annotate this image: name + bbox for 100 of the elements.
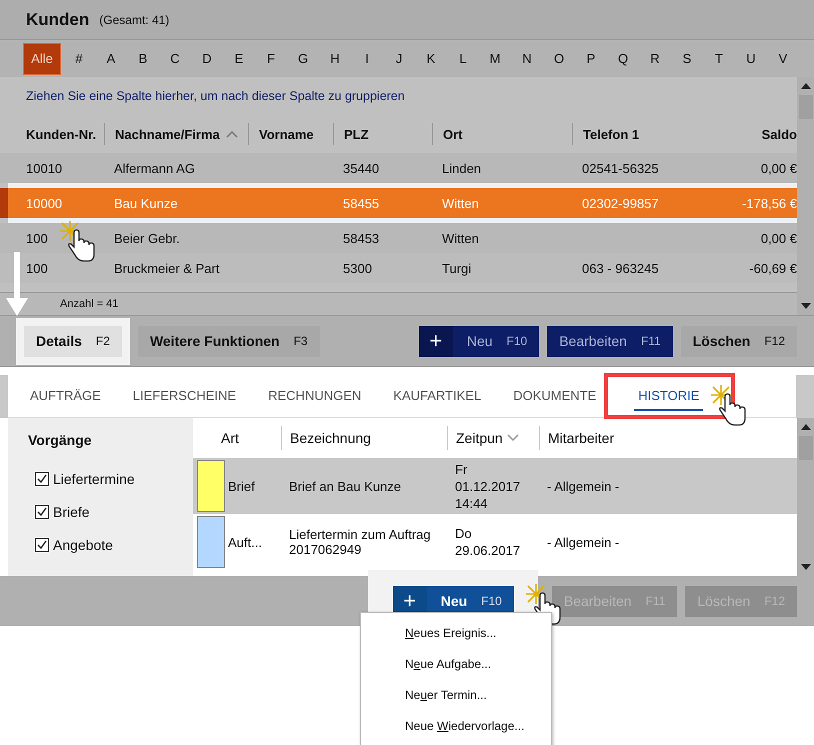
table-cell: 02541-56325 (582, 160, 659, 176)
table-cell-text: Do (455, 525, 473, 542)
column-header[interactable]: Kunden-Nr. (26, 126, 96, 142)
table-cell: Auft... (228, 534, 262, 550)
scrollbar[interactable] (797, 77, 814, 315)
table-cell: 02302-99857 (582, 196, 659, 210)
table-cell: Brief an Bau Kunze (289, 478, 402, 494)
table-cell: 10000 (26, 196, 62, 210)
table-cell: 10010 (26, 160, 62, 176)
letter-filter[interactable]: U (735, 42, 767, 74)
tab[interactable]: KAUFARTIKEL (389, 382, 486, 410)
table-cell: 100 (26, 230, 48, 246)
column-header[interactable]: Telefon 1 (583, 126, 640, 142)
letter-filter[interactable]: N (511, 42, 543, 74)
checkbox-label: Liefertermine (53, 470, 135, 486)
scroll-up-icon (800, 83, 810, 89)
letter-filter[interactable]: R (639, 42, 671, 74)
table-row[interactable]: Brief Brief an Bau Kunze Fr 01.12.2017 14:44 - Allgemein - (193, 458, 797, 514)
checkbox[interactable] (35, 538, 49, 552)
column-header[interactable]: Nachname/Firma (115, 126, 220, 142)
table-row[interactable]: Auft... Liefertermin zum Auftrag 2017062949 Do 29.06.2017 - Allgemein - (193, 514, 797, 570)
column-header[interactable]: Art (221, 430, 239, 446)
action-button[interactable]: Details F2 (24, 326, 122, 356)
table-row[interactable]: 100 Beier Gebr. 58453 Witten 0,00 € (0, 223, 797, 253)
tab[interactable]: RECHNUNGEN (264, 382, 366, 410)
down-arrow-icon (6, 252, 28, 316)
table-cell: Liefertermin zum Auftrag 2017062949 (289, 527, 431, 557)
letter-filter[interactable]: K (415, 42, 447, 74)
letter-filter[interactable]: Alle (23, 42, 61, 74)
table-cell: 5300 (343, 260, 372, 276)
table-cell: - Allgemein - (547, 478, 620, 494)
tab[interactable]: LIEFERSCHEINE (128, 382, 240, 410)
table-cell: Beier Gebr. (114, 230, 180, 246)
table-cell-text: Fr (455, 460, 468, 478)
table-cell-text: 01.12.2017 (455, 478, 522, 494)
menu-item[interactable]: Neues Ereignis... (405, 626, 496, 640)
action-button[interactable]: Löschen F12 (680, 326, 797, 356)
page-title: Kunden (26, 10, 90, 30)
sidebar-title: Vorgänge (28, 432, 93, 448)
table-row[interactable]: 100 Bruckmeier & Part 5300 Turgi 063 - 963245 -60,69 € (0, 253, 797, 283)
letter-filter[interactable]: T (703, 42, 735, 74)
column-header[interactable]: Vorname (259, 126, 314, 142)
letter-filter[interactable]: G (287, 42, 319, 74)
column-header[interactable]: Mitarbeiter (548, 430, 614, 446)
letter-filter[interactable]: F (255, 42, 287, 74)
letter-filter[interactable]: L (447, 42, 479, 74)
column-header[interactable]: PLZ (344, 126, 369, 142)
letter-filter[interactable]: I (351, 42, 383, 74)
letter-filter[interactable]: P (575, 42, 607, 74)
tab[interactable]: AUFTRÄGE (26, 382, 105, 410)
action-button[interactable]: Bearbeiten F11 (547, 326, 673, 356)
letter-filter[interactable]: H (319, 42, 351, 74)
letter-filter[interactable]: O (543, 42, 575, 74)
scrollbar-thumb[interactable] (798, 436, 812, 460)
column-header[interactable]: Saldo (762, 126, 797, 142)
table-cell: 58453 (343, 230, 380, 246)
checkbox[interactable] (35, 472, 49, 486)
column-header[interactable]: Ort (443, 126, 462, 142)
letter-filter[interactable]: V (767, 42, 799, 74)
table-cell: 58455 (343, 196, 380, 210)
table-cell: Brief (228, 478, 255, 494)
letter-filter[interactable]: C (159, 42, 191, 74)
scrollbar-thumb[interactable] (798, 95, 812, 119)
tab[interactable]: DOKUMENTE (509, 382, 600, 410)
table-row[interactable]: 10010 Alfermann AG 35440 Linden 02541-56325 0,00 € (0, 153, 797, 183)
menu-item[interactable]: Neue Wiedervorlage... (405, 718, 524, 732)
checkbox[interactable] (35, 504, 49, 518)
column-header[interactable]: Zeitpun (456, 430, 503, 446)
table-cell-text: 14:44 (455, 494, 489, 512)
scroll-down-icon (800, 564, 810, 570)
scrollbar[interactable] (797, 418, 814, 576)
table-cell: 0,00 € (760, 230, 797, 246)
letter-filter[interactable]: # (63, 42, 95, 74)
menu-item[interactable]: Neue Aufgabe... (405, 656, 492, 670)
table-cell: 35440 (343, 160, 380, 176)
letter-filter[interactable]: J (383, 42, 415, 74)
checkbox-label: Briefe (53, 504, 90, 520)
letter-filter[interactable]: Q (607, 42, 639, 74)
table-cell: Bruckmeier & Part (114, 260, 220, 276)
table-cell: Bau Kunze (114, 196, 178, 210)
table-cell: 063 - 963245 (582, 260, 659, 276)
tab[interactable]: HISTORIE (634, 382, 704, 410)
letter-filter[interactable]: A (95, 42, 127, 74)
table-cell: -60,69 € (749, 260, 797, 276)
letter-filter[interactable]: D (191, 42, 223, 74)
table-cell: Witten (442, 230, 479, 246)
checkbox-label: Angebote (53, 536, 113, 552)
table-cell: -178,56 € (742, 196, 797, 210)
action-button[interactable]: Weitere Funktionen F3 (138, 326, 320, 356)
new-button[interactable]: + Neu F10 (418, 326, 540, 356)
letter-filter[interactable]: E (223, 42, 255, 74)
table-cell: Alfermann AG (114, 160, 195, 176)
letter-filter[interactable]: M (479, 42, 511, 74)
table-cell: Linden (442, 160, 482, 176)
menu-item[interactable]: Neuer Termin... (405, 688, 487, 702)
column-header[interactable]: Bezeichnung (290, 430, 371, 446)
letter-filter[interactable]: B (127, 42, 159, 74)
letter-filter[interactable]: S (671, 42, 703, 74)
group-hint: Ziehen Sie eine Spalte hierher, um nach dieser Spalte zu gruppieren (25, 88, 406, 105)
table-cell: Witten (442, 196, 479, 210)
